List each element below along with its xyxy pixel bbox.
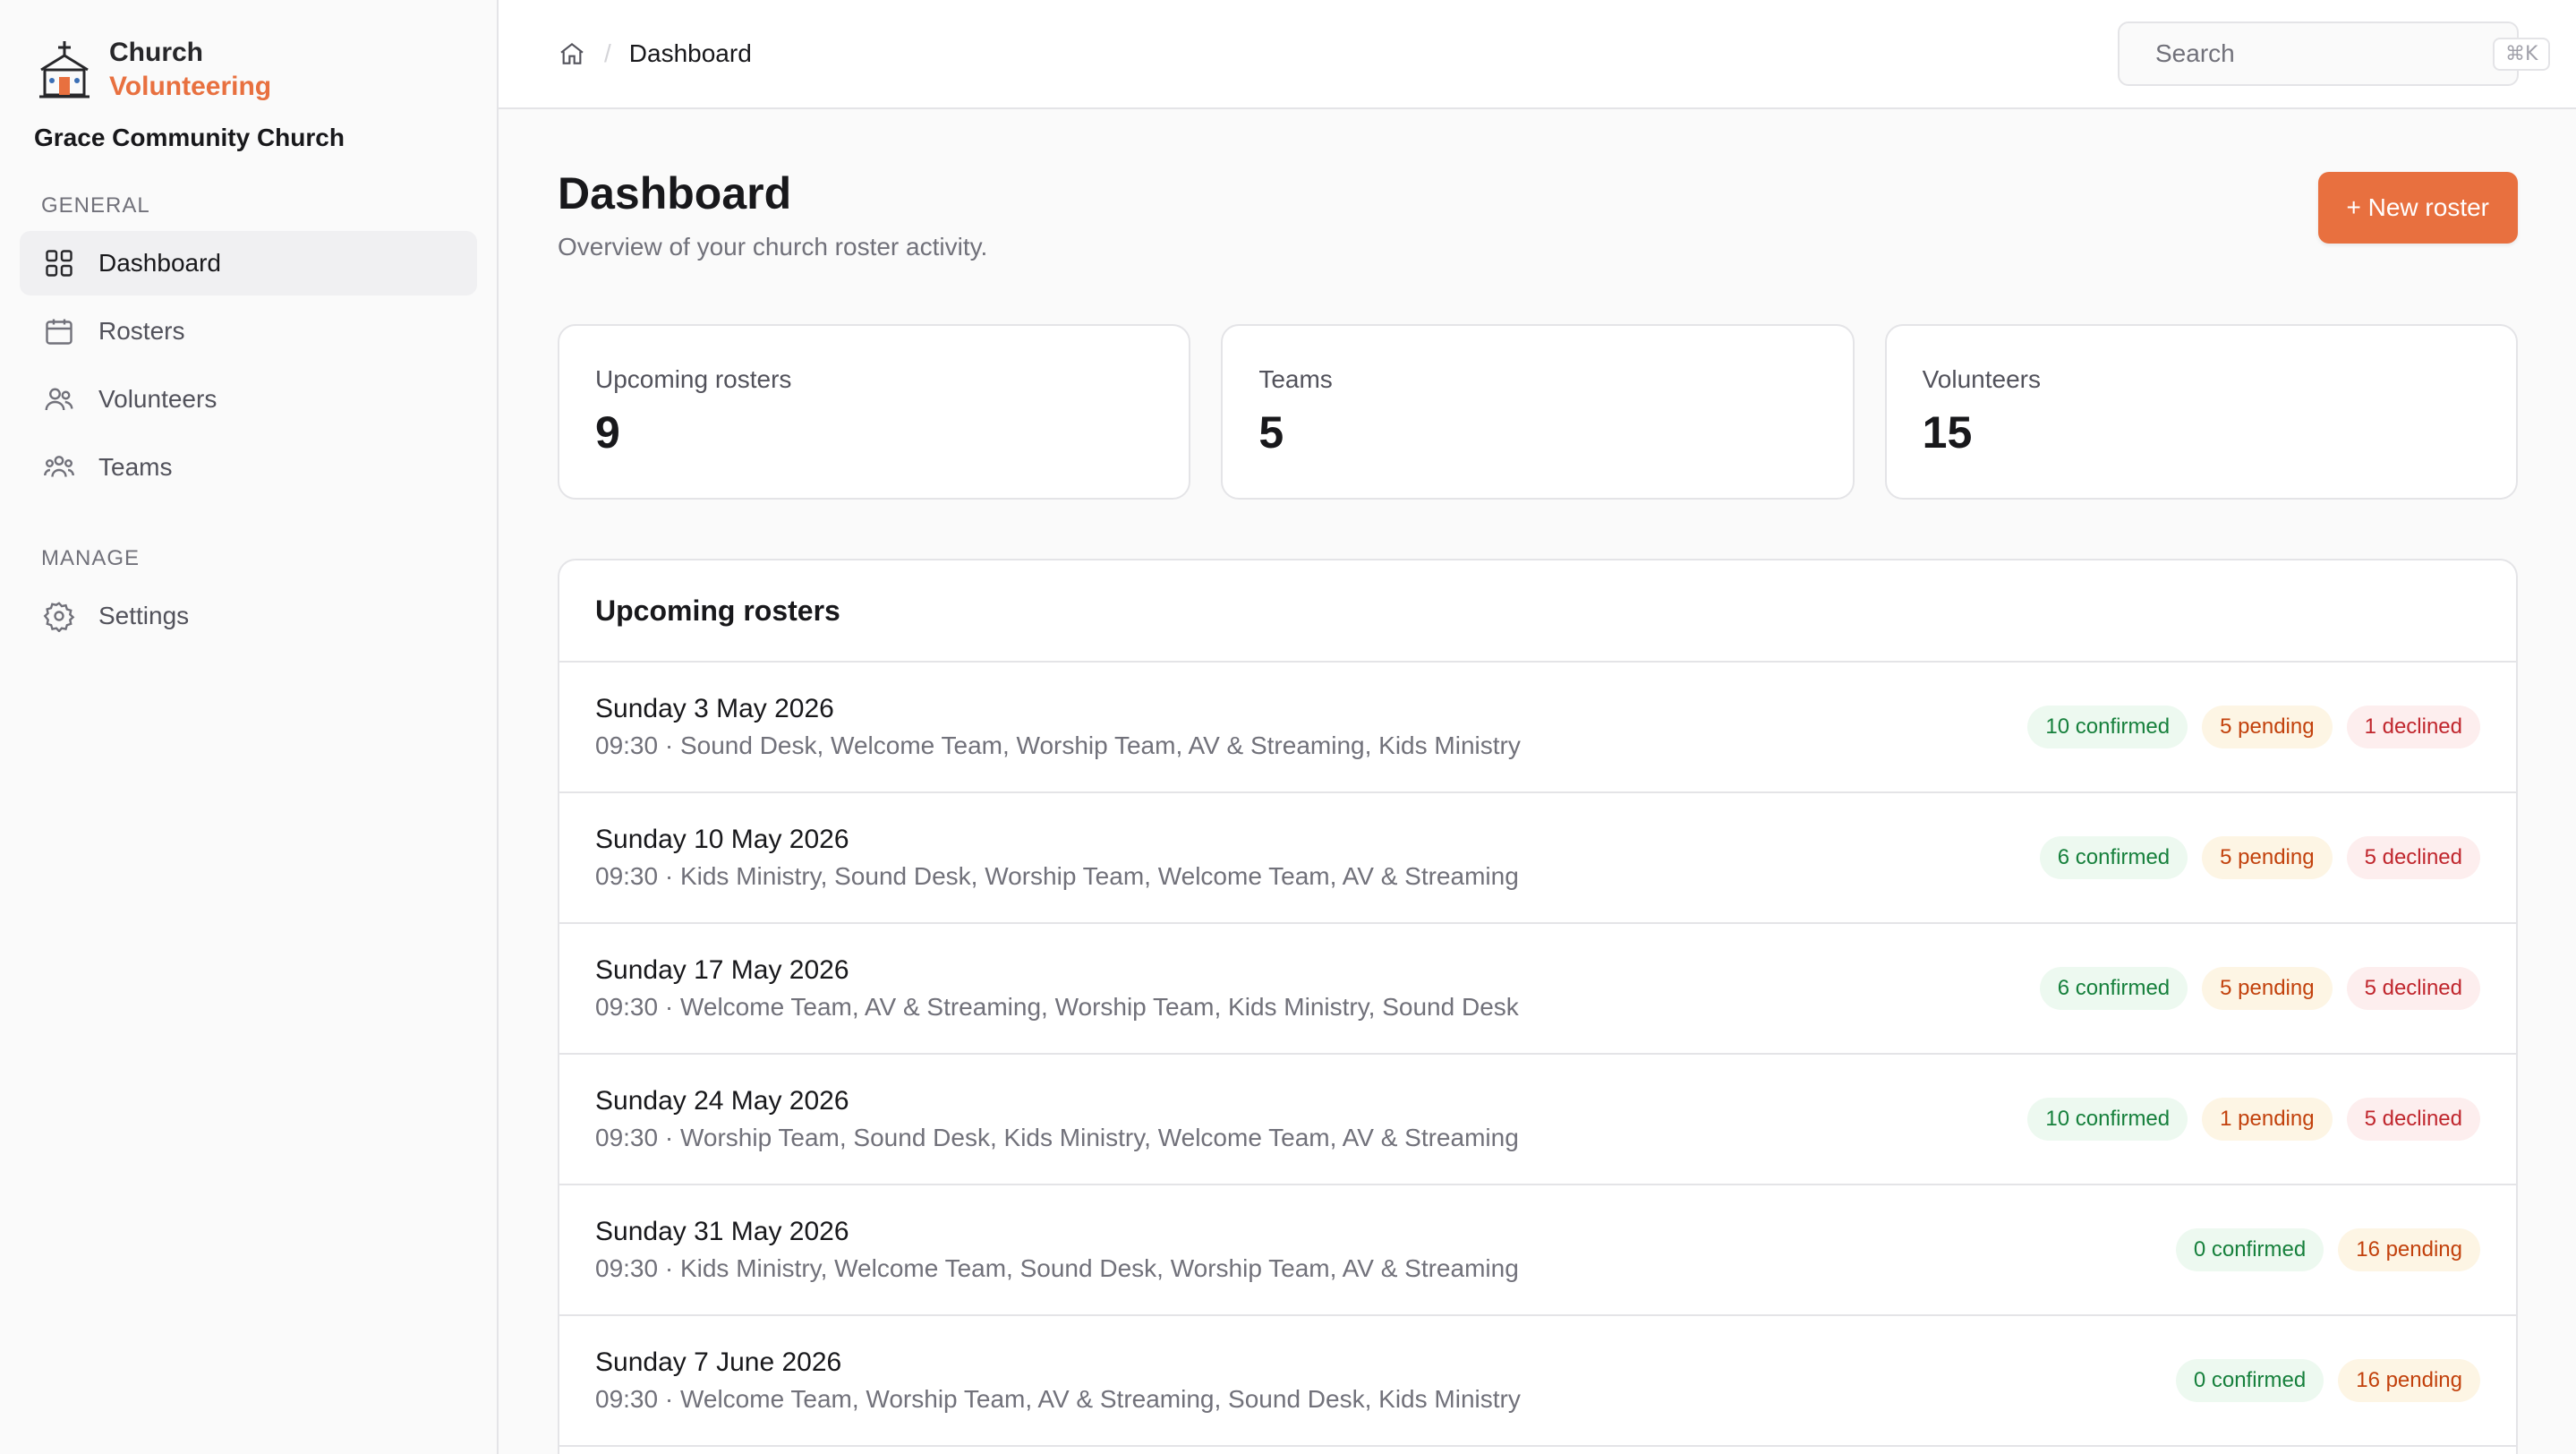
roster-row[interactable]: Sunday 17 May 2026 09:30 · Welcome Team,…: [559, 924, 2516, 1055]
roster-teams: 09:30 · Welcome Team, Worship Team, AV &…: [595, 1385, 1521, 1413]
sidebar-item-label: Volunteers: [98, 385, 218, 413]
page-header: Dashboard Overview of your church roster…: [558, 168, 2518, 261]
pending-badge: 5 pending: [2202, 706, 2333, 748]
confirmed-badge: 0 confirmed: [2175, 1359, 2324, 1402]
roster-date: Sunday 17 May 2026: [595, 955, 849, 985]
roster-date: Sunday 3 May 2026: [595, 694, 834, 723]
pending-badge: 1 pending: [2202, 1098, 2333, 1141]
roster-date: Sunday 7 June 2026: [595, 1347, 842, 1377]
church-logo-icon: [39, 41, 90, 98]
stat-card-upcoming-rosters: Upcoming rosters 9: [558, 324, 1191, 500]
confirmed-badge: 10 confirmed: [2027, 706, 2188, 748]
search-input[interactable]: [2155, 39, 2478, 68]
search-shortcut: ⌘K: [2493, 37, 2551, 71]
section-label-manage: MANAGE: [41, 546, 141, 570]
users-icon: [45, 388, 73, 411]
stat-value: 15: [1922, 407, 1973, 458]
pending-badge: 5 pending: [2202, 836, 2333, 879]
stat-label: Teams: [1258, 365, 1333, 393]
roster-date: Sunday 31 May 2026: [595, 1217, 849, 1246]
stat-value: 9: [595, 407, 620, 458]
sidebar-item-rosters[interactable]: Rosters: [20, 299, 477, 364]
roster-teams: 09:30 · Kids Ministry, Sound Desk, Worsh…: [595, 862, 1519, 890]
team-icon: [44, 456, 74, 477]
breadcrumb-current: Dashboard: [628, 39, 752, 67]
sidebar-item-dashboard[interactable]: Dashboard: [20, 231, 477, 295]
roster-row[interactable]: Sunday 3 May 2026 09:30 · Sound Desk, We…: [559, 663, 2516, 793]
topbar: / Dashboard ⌘K: [499, 0, 2576, 109]
roster-date: Sunday 24 May 2026: [595, 1086, 849, 1116]
brand[interactable]: Church Volunteering: [20, 0, 477, 104]
upcoming-rosters-card: Upcoming rosters Sunday 3 May 2026 09:30…: [558, 559, 2518, 1454]
sidebar-item-label: Dashboard: [98, 249, 221, 277]
page-title: Dashboard: [558, 168, 792, 218]
calendar-icon: [46, 319, 73, 345]
breadcrumb: / Dashboard: [558, 39, 752, 68]
roster-row[interactable]: Sunday 10 May 2026 09:30 · Kids Ministry…: [559, 793, 2516, 924]
brand-subname: Volunteering: [109, 72, 272, 101]
brand-name: Church: [109, 38, 203, 67]
main-content: Dashboard Overview of your church roster…: [558, 109, 2518, 1454]
sidebar-item-teams[interactable]: Teams: [20, 435, 477, 500]
stat-label: Volunteers: [1922, 365, 2041, 393]
declined-badge: 5 declined: [2346, 967, 2480, 1010]
section-label-general: GENERAL: [41, 193, 150, 218]
roster-teams: 09:30 · Kids Ministry, Welcome Team, Sou…: [595, 1254, 1519, 1282]
search-box[interactable]: ⌘K: [2118, 21, 2551, 86]
sidebar-item-label: Teams: [98, 453, 173, 481]
home-icon[interactable]: [558, 39, 586, 68]
stat-label: Upcoming rosters: [595, 365, 792, 393]
sidebar-item-label: Settings: [98, 602, 190, 629]
breadcrumb-separator: /: [604, 39, 611, 67]
roster-row[interactable]: Sunday 31 May 2026 09:30 · Kids Ministry…: [559, 1185, 2516, 1316]
card-title: Upcoming rosters: [559, 560, 2516, 663]
stat-card-volunteers: Volunteers 15: [1884, 324, 2518, 500]
stat-value: 5: [1258, 407, 1284, 458]
roster-teams: 09:30 · Welcome Team, AV & Streaming, Wo…: [595, 993, 1519, 1021]
sidebar-item-volunteers[interactable]: Volunteers: [20, 367, 477, 432]
roster-teams: 09:30 · Worship Team, Sound Desk, Kids M…: [595, 1124, 1519, 1151]
confirmed-badge: 10 confirmed: [2027, 1098, 2188, 1141]
declined-badge: 1 declined: [2346, 706, 2480, 748]
roster-row[interactable]: Sunday 24 May 2026 09:30 · Worship Team,…: [559, 1055, 2516, 1185]
roster-date: Sunday 10 May 2026: [595, 825, 849, 854]
pending-badge: 16 pending: [2338, 1359, 2480, 1402]
stats-row: Upcoming rosters 9 Teams 5 Volunteers 15: [558, 324, 2518, 500]
roster-row[interactable]: Sunday 7 June 2026 09:30 · Welcome Team,…: [559, 1316, 2516, 1447]
sidebar-item-settings[interactable]: Settings: [20, 584, 477, 648]
roster-teams: 09:30 · Sound Desk, Welcome Team, Worshi…: [595, 731, 1521, 759]
sidebar: Church Volunteering Grace Community Chur…: [0, 0, 499, 1454]
sidebar-item-label: Rosters: [98, 317, 185, 345]
confirmed-badge: 0 confirmed: [2175, 1228, 2324, 1271]
organization-name[interactable]: Grace Community Church: [20, 124, 477, 152]
confirmed-badge: 6 confirmed: [2039, 967, 2188, 1010]
grid-icon: [46, 250, 73, 277]
stat-card-teams: Teams 5: [1221, 324, 1855, 500]
gear-icon: [43, 602, 75, 632]
declined-badge: 5 declined: [2346, 1098, 2480, 1141]
pending-badge: 5 pending: [2202, 967, 2333, 1010]
pending-badge: 16 pending: [2338, 1228, 2480, 1271]
new-roster-button[interactable]: + New roster: [2317, 172, 2518, 244]
confirmed-badge: 6 confirmed: [2039, 836, 2188, 879]
page-subtitle: Overview of your church roster activity.: [558, 233, 988, 261]
declined-badge: 5 declined: [2346, 836, 2480, 879]
